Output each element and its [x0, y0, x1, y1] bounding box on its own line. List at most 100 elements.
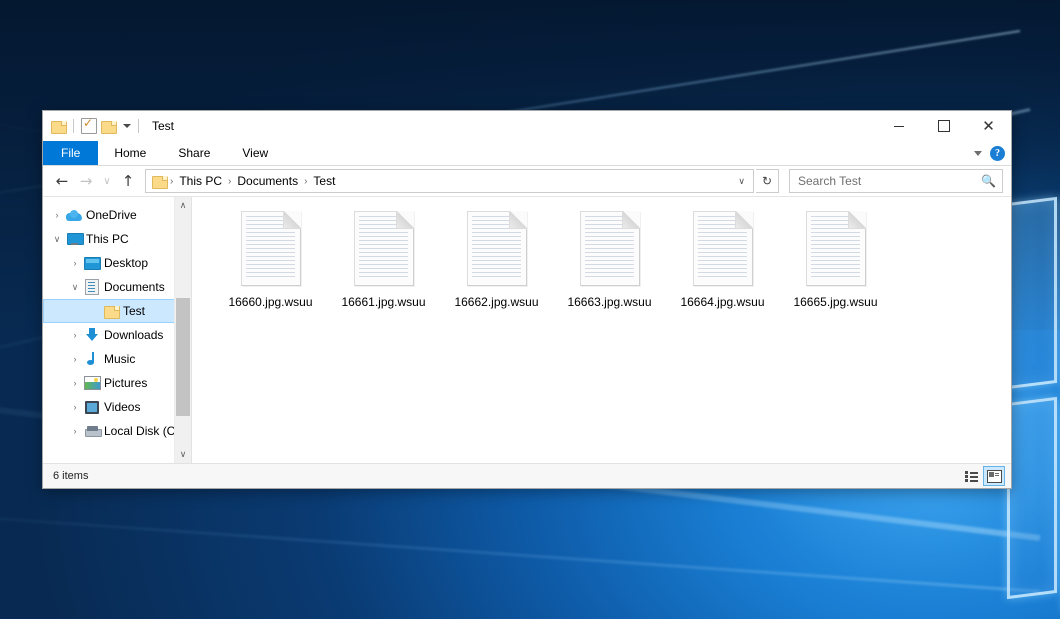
sidebar-item-desktop[interactable]: ›Desktop — [43, 251, 191, 275]
scroll-up-button[interactable]: ∧ — [175, 197, 191, 214]
windows-logo-pane — [1007, 397, 1057, 599]
sidebar-item-label: Pictures — [104, 376, 147, 390]
recent-locations-button[interactable]: ∨ — [99, 170, 115, 192]
sidebar-item-label: Videos — [104, 400, 140, 414]
tab-file[interactable]: File — [43, 141, 98, 165]
sidebar-item-onedrive[interactable]: ›OneDrive — [43, 203, 191, 227]
sidebar-item-music[interactable]: › Music — [43, 347, 191, 371]
sidebar-item-test[interactable]: Test — [43, 299, 191, 323]
file-name-label: 16660.jpg.wsuu — [228, 295, 312, 309]
back-button[interactable]: ← — [51, 170, 73, 192]
sidebar-item-label: Documents — [104, 280, 165, 294]
details-view-icon — [965, 471, 978, 482]
file-item[interactable]: 16662.jpg.wsuu — [440, 209, 553, 329]
videos-icon — [83, 401, 101, 414]
downloads-icon — [83, 328, 101, 342]
search-box[interactable]: 🔍 — [789, 169, 1003, 193]
file-item[interactable]: 16661.jpg.wsuu — [327, 209, 440, 329]
page-fold-corner — [283, 211, 301, 229]
large-icons-view-icon — [987, 470, 1002, 483]
window-controls: ✕ — [876, 111, 1011, 141]
address-bar[interactable]: › This PC › Documents › Test ∨ — [145, 169, 754, 193]
expander-icon[interactable]: › — [67, 258, 83, 268]
generic-document-icon — [467, 211, 527, 286]
file-name-label: 16663.jpg.wsuu — [567, 295, 651, 309]
this-pc-icon — [65, 233, 83, 245]
generic-document-icon — [806, 211, 866, 286]
title-bar: Test ✕ — [43, 111, 1011, 141]
close-button[interactable]: ✕ — [966, 111, 1011, 141]
generic-document-icon — [241, 211, 301, 286]
expander-icon[interactable]: › — [67, 354, 83, 364]
file-list-view[interactable]: 16660.jpg.wsuu 16661.jpg.wsuu 16662.jpg.ws… — [191, 197, 1011, 463]
generic-document-icon — [580, 211, 640, 286]
music-icon — [83, 352, 101, 366]
sidebar-item-downloads[interactable]: ›Downloads — [43, 323, 191, 347]
file-explorer-window: Test ✕ File Home Share View ? ← → ∨ ↑ — [42, 110, 1012, 489]
up-button[interactable]: ↑ — [117, 170, 139, 192]
tab-view[interactable]: View — [226, 141, 284, 165]
address-dropdown-icon[interactable]: ∨ — [732, 176, 751, 187]
expander-icon[interactable]: ∨ — [67, 282, 83, 293]
chevron-down-icon[interactable] — [974, 151, 982, 156]
refresh-button[interactable]: ↻ — [756, 169, 779, 193]
expander-icon[interactable]: › — [67, 378, 83, 388]
expander-icon[interactable]: ∨ — [49, 234, 65, 245]
expander-icon[interactable]: › — [67, 330, 83, 340]
file-item[interactable]: 16663.jpg.wsuu — [553, 209, 666, 329]
file-name-label: 16662.jpg.wsuu — [454, 295, 538, 309]
sidebar-item-videos[interactable]: › Videos — [43, 395, 191, 419]
details-view-button[interactable] — [961, 467, 981, 485]
breadcrumb-documents[interactable]: Documents — [232, 174, 303, 188]
desktop: Test ✕ File Home Share View ? ← → ∨ ↑ — [0, 0, 1060, 619]
sidebar-item-label: Test — [123, 304, 145, 318]
forward-button[interactable]: → — [75, 170, 97, 192]
sidebar-item-local-disk-c[interactable]: › Local Disk (C:) — [43, 419, 191, 443]
search-icon[interactable]: 🔍 — [981, 174, 996, 188]
breadcrumb-this-pc[interactable]: This PC — [174, 174, 227, 188]
folder-icon[interactable] — [51, 120, 66, 133]
file-item[interactable]: 16665.jpg.wsuu — [779, 209, 892, 329]
maximize-icon — [938, 120, 950, 132]
ribbon-tab-bar: File Home Share View ? — [43, 141, 1011, 166]
sidebar-item-documents[interactable]: ∨ Documents — [43, 275, 191, 299]
pictures-icon — [83, 376, 101, 390]
sidebar-item-pictures[interactable]: › Pictures — [43, 371, 191, 395]
toolbar-divider — [73, 119, 74, 133]
local-disk-icon — [83, 426, 101, 437]
sidebar-item-label: This PC — [86, 232, 129, 246]
sidebar-item-label: Music — [104, 352, 135, 366]
sidebar-item-this-pc[interactable]: ∨ This PC — [43, 227, 191, 251]
file-item[interactable]: 16660.jpg.wsuu — [214, 209, 327, 329]
breadcrumb-test[interactable]: Test — [308, 174, 340, 188]
sidebar-item-label: Local Disk (C:) — [104, 424, 183, 438]
address-bar-row: ← → ∨ ↑ › This PC › Documents › Test ∨ ↻… — [43, 166, 1011, 196]
file-item[interactable]: 16664.jpg.wsuu — [666, 209, 779, 329]
expander-icon[interactable]: › — [67, 402, 83, 412]
minimize-button[interactable] — [876, 111, 921, 141]
properties-icon[interactable] — [81, 118, 97, 134]
item-count-label: 6 items — [53, 470, 88, 482]
generic-document-icon — [354, 211, 414, 286]
tab-share[interactable]: Share — [162, 141, 226, 165]
scrollbar-track[interactable] — [175, 214, 191, 446]
large-icons-view-button[interactable] — [983, 466, 1005, 486]
tab-home[interactable]: Home — [98, 141, 162, 165]
scroll-down-button[interactable]: ∨ — [175, 446, 191, 463]
file-name-label: 16661.jpg.wsuu — [341, 295, 425, 309]
navigation-scrollbar[interactable]: ∧ ∨ — [174, 197, 191, 463]
expander-icon[interactable]: › — [49, 210, 65, 220]
toolbar-divider — [138, 119, 139, 133]
page-fold-corner — [396, 211, 414, 229]
customize-caret-icon[interactable] — [123, 124, 131, 128]
scrollbar-thumb[interactable] — [176, 298, 190, 416]
navigation-tree: ›OneDrive ∨ This PC ›Desktop ∨ Documents Test ›… — [43, 203, 191, 443]
expander-icon[interactable]: › — [67, 426, 83, 436]
help-icon[interactable]: ? — [990, 146, 1005, 161]
search-input[interactable] — [796, 173, 981, 189]
ribbon-right-controls: ? — [974, 141, 1005, 165]
desktop-icon — [83, 257, 101, 270]
maximize-button[interactable] — [921, 111, 966, 141]
new-folder-icon[interactable] — [101, 120, 116, 133]
status-bar: 6 items — [43, 463, 1011, 488]
